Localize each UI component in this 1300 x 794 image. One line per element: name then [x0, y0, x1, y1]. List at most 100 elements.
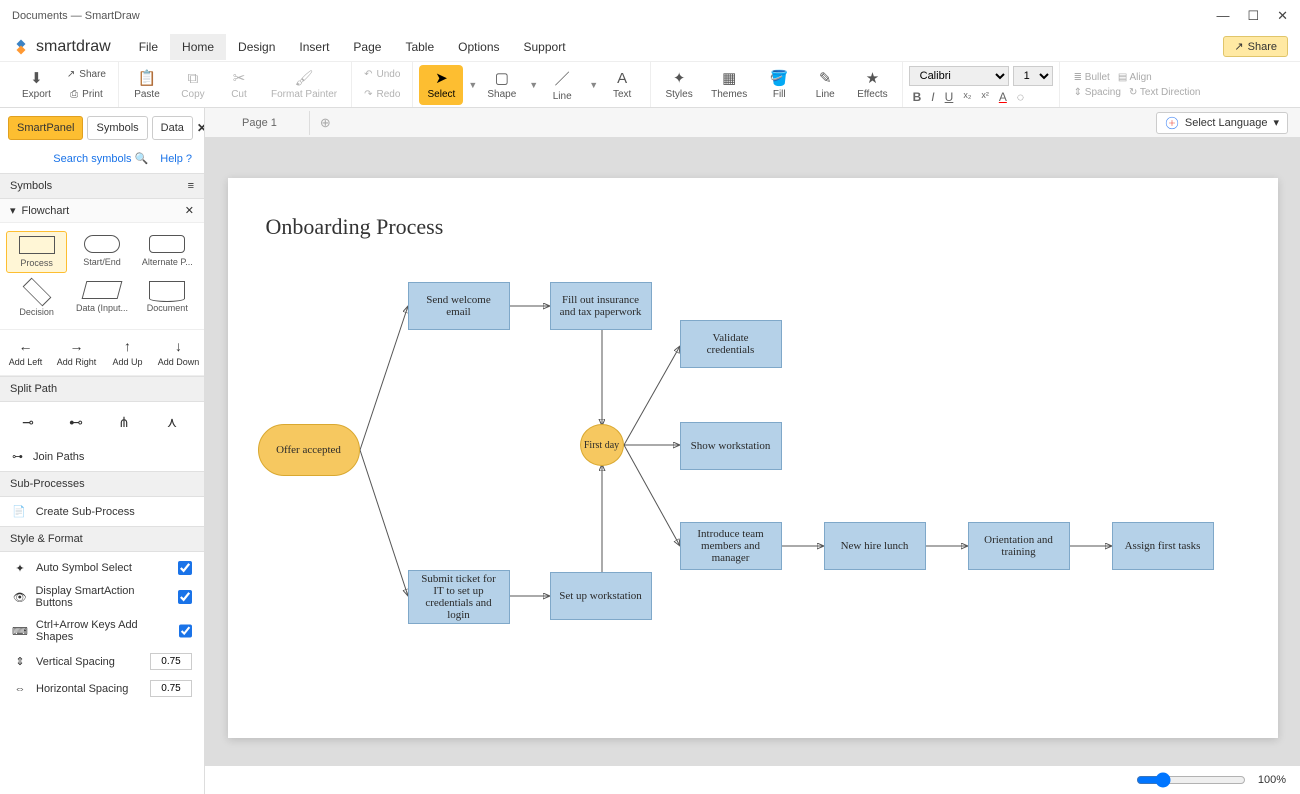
node-introduce[interactable]: Introduce team members and manager — [680, 522, 782, 570]
export-button[interactable]: ⬇Export — [14, 65, 59, 105]
language-selector[interactable]: Select Language ▾ — [1156, 112, 1288, 134]
select-tool-button[interactable]: ➤Select — [419, 65, 463, 105]
shape-dropdown[interactable]: ▼ — [529, 80, 538, 90]
shape-data[interactable]: Data (Input... — [71, 277, 132, 321]
close-button[interactable]: ✕ — [1277, 8, 1288, 24]
hamburger-icon[interactable]: ≡ — [188, 180, 194, 192]
themes-button[interactable]: ▦Themes — [703, 65, 755, 105]
effects-button[interactable]: ★Effects — [849, 65, 895, 105]
node-first-day[interactable]: First day — [580, 424, 624, 466]
split-option-4[interactable]: ⋏ — [152, 408, 192, 436]
category-close-icon[interactable]: ✕ — [185, 204, 194, 217]
fill-button[interactable]: 🪣Fill — [757, 65, 801, 105]
node-orientation[interactable]: Orientation and training — [968, 522, 1070, 570]
node-offer-accepted[interactable]: Offer accepted — [258, 424, 360, 476]
spacing-button[interactable]: ⇕ Spacing — [1074, 87, 1121, 98]
create-subprocess-button[interactable]: 📄 Create Sub-Process — [0, 497, 204, 526]
shape-start-end[interactable]: Start/End — [71, 231, 132, 273]
add-page-button[interactable]: ⊕ — [320, 115, 331, 131]
node-validate[interactable]: Validate credentials — [680, 320, 782, 368]
add-shape-row: ←Add Left →Add Right ↑Add Up ↓Add Down — [0, 330, 204, 376]
format-painter-button[interactable]: 🖌Format Painter — [263, 65, 345, 105]
undo-icon: ↶ — [364, 69, 372, 80]
paste-button[interactable]: 📋Paste — [125, 65, 169, 105]
node-lunch[interactable]: New hire lunch — [824, 522, 926, 570]
logo[interactable]: smartdraw — [12, 38, 111, 56]
ctrl-arrow-checkbox[interactable] — [179, 624, 192, 638]
auto-symbol-checkbox[interactable] — [178, 561, 192, 575]
smartpanel-tab[interactable]: SmartPanel — [8, 116, 83, 140]
font-color-button[interactable]: A — [999, 90, 1007, 104]
line-dropdown[interactable]: ▼ — [589, 80, 598, 90]
category-flowchart[interactable]: ▾ Flowchart ✕ — [0, 199, 204, 223]
font-size-select[interactable]: 10 — [1013, 66, 1053, 86]
bold-button[interactable]: B — [913, 90, 922, 104]
font-family-select[interactable]: Calibri — [909, 66, 1009, 86]
menu-design[interactable]: Design — [226, 34, 287, 60]
canvas[interactable]: Onboarding Process Offer accepted Send w… — [228, 178, 1278, 738]
panel-close-button[interactable]: ✕ — [197, 121, 205, 135]
add-left-button[interactable]: ←Add Left — [0, 330, 51, 375]
share-small-button[interactable]: ↗Share — [61, 66, 112, 84]
menu-page[interactable]: Page — [341, 34, 393, 60]
vspacing-input[interactable] — [150, 653, 192, 670]
text-tool-button[interactable]: AText — [600, 65, 644, 105]
shape-process[interactable]: Process — [6, 231, 67, 273]
undo-button[interactable]: ↶Undo — [358, 66, 406, 84]
menu-file[interactable]: File — [127, 34, 170, 60]
shape-alternate-process[interactable]: Alternate P... — [137, 231, 198, 273]
page-tab-1[interactable]: Page 1 — [210, 111, 310, 135]
italic-button[interactable]: I — [931, 90, 934, 104]
add-up-button[interactable]: ↑Add Up — [102, 330, 153, 375]
split-option-3[interactable]: ⋔ — [104, 408, 144, 436]
menu-options[interactable]: Options — [446, 34, 511, 60]
shape-decision[interactable]: Decision — [6, 277, 67, 321]
clear-format-button[interactable]: ◌ — [1017, 90, 1024, 104]
menu-support[interactable]: Support — [512, 34, 578, 60]
subscript-button[interactable]: x₂ — [963, 90, 971, 104]
text-direction-button[interactable]: ↻ Text Direction — [1129, 87, 1201, 98]
node-show[interactable]: Show workstation — [680, 422, 782, 470]
maximize-button[interactable]: ☐ — [1247, 8, 1259, 24]
hspacing-input[interactable] — [150, 680, 192, 697]
minimize-button[interactable]: — — [1216, 8, 1229, 24]
line-tool-button[interactable]: ／Line — [540, 65, 584, 105]
themes-icon: ▦ — [722, 69, 736, 87]
canvas-wrapper[interactable]: Onboarding Process Offer accepted Send w… — [205, 138, 1300, 766]
style-format-header: Style & Format — [0, 526, 204, 552]
print-button[interactable]: ⎙Print — [61, 86, 112, 104]
menu-table[interactable]: Table — [393, 34, 446, 60]
join-paths-button[interactable]: ⊶ Join Paths — [0, 442, 204, 471]
split-option-2[interactable]: ⊷ — [56, 408, 96, 436]
superscript-button[interactable]: x² — [981, 90, 989, 104]
shape-tool-button[interactable]: ▢Shape — [479, 65, 524, 105]
cut-button[interactable]: ✂Cut — [217, 65, 261, 105]
select-dropdown[interactable]: ▼ — [468, 80, 477, 90]
symbols-tab[interactable]: Symbols — [87, 116, 147, 140]
line-style-button[interactable]: ✎Line — [803, 65, 847, 105]
copy-button[interactable]: ⧉Copy — [171, 65, 215, 105]
node-assign[interactable]: Assign first tasks — [1112, 522, 1214, 570]
bullet-button[interactable]: ≣ Bullet — [1074, 72, 1110, 83]
node-workstation[interactable]: Set up workstation — [550, 572, 652, 620]
share-button[interactable]: ↗ Share — [1223, 36, 1288, 57]
menu-home[interactable]: Home — [170, 34, 226, 60]
shape-document[interactable]: Document — [137, 277, 198, 321]
node-welcome-email[interactable]: Send welcome email — [408, 282, 510, 330]
node-insurance[interactable]: Fill out insurance and tax paperwork — [550, 282, 652, 330]
add-right-button[interactable]: →Add Right — [51, 330, 102, 375]
diagram-title[interactable]: Onboarding Process — [266, 214, 444, 240]
split-option-1[interactable]: ⊸ — [8, 408, 48, 436]
zoom-slider[interactable] — [1136, 772, 1246, 788]
search-symbols-link[interactable]: Search symbols 🔍 — [53, 152, 148, 165]
menu-insert[interactable]: Insert — [287, 34, 341, 60]
node-it-ticket[interactable]: Submit ticket for IT to set up credentia… — [408, 570, 510, 624]
redo-button[interactable]: ↷Redo — [358, 86, 406, 104]
help-link[interactable]: Help ? — [160, 152, 192, 165]
styles-button[interactable]: ✦Styles — [657, 65, 701, 105]
align-button[interactable]: ▤ Align — [1118, 72, 1152, 83]
display-sa-checkbox[interactable] — [178, 590, 192, 604]
add-down-button[interactable]: ↓Add Down — [153, 330, 204, 375]
underline-button[interactable]: U — [945, 90, 954, 104]
data-tab[interactable]: Data — [152, 116, 193, 140]
